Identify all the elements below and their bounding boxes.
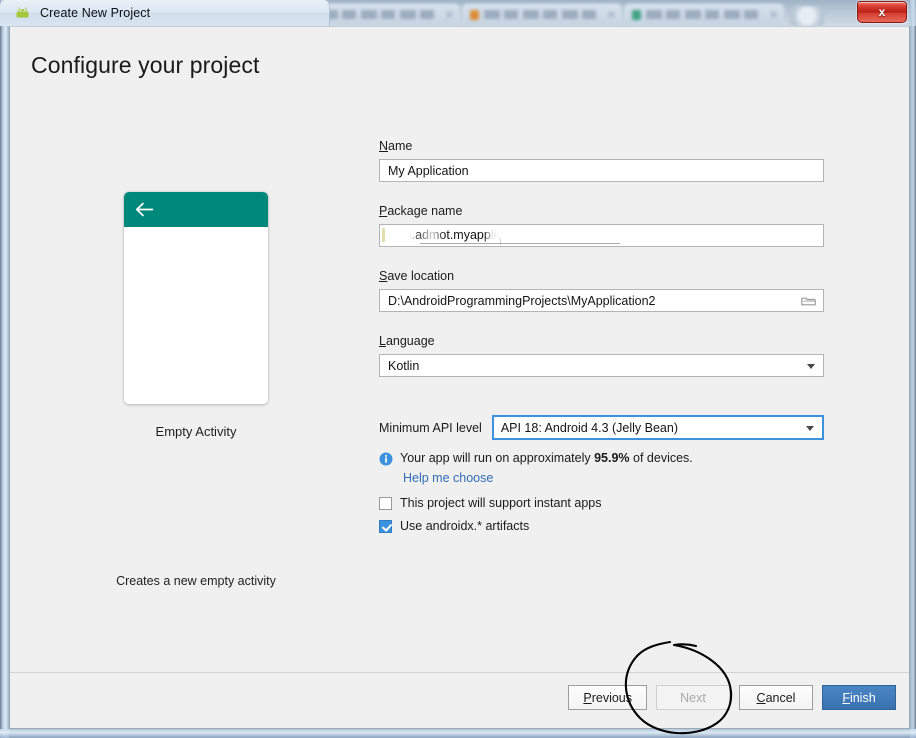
coverage-prefix: Your app will run on approximately: [400, 451, 595, 465]
window-frame-left-edge: [0, 0, 9, 738]
save-location-label-rest: ave location: [387, 269, 455, 283]
chevron-down-icon: [807, 363, 815, 369]
save-location-value: D:\AndroidProgrammingProjects\MyApplicat…: [388, 293, 656, 308]
window-frame-right-edge: [910, 0, 916, 738]
androidx-checkbox[interactable]: [379, 519, 392, 533]
device-coverage-info: Your app will run on approximately 95.9%…: [379, 451, 824, 466]
template-description: Creates a new empty activity: [116, 574, 276, 588]
dialog-footer: Previous Next Cancel Finish: [10, 672, 909, 728]
name-input[interactable]: My Application: [379, 159, 824, 182]
save-location-input[interactable]: D:\AndroidProgrammingProjects\MyApplicat…: [379, 289, 824, 312]
create-new-project-dialog: Configure your project Empty Activity Cr…: [9, 26, 910, 729]
template-preview-panel: Empty Activity Creates a new empty activ…: [31, 192, 361, 588]
save-location-field-label: Save location: [379, 269, 824, 283]
package-field-underline-artifact: [420, 243, 620, 244]
package-name-text-upper: com.admot.myapplication: [388, 228, 530, 242]
instant-apps-checkbox[interactable]: [379, 496, 392, 510]
window-close-button[interactable]: x: [857, 1, 907, 23]
language-value: Kotlin: [388, 358, 420, 373]
cancel-mnemonic: C: [756, 690, 766, 705]
instant-apps-row: This project will support instant apps: [379, 496, 824, 510]
device-coverage-text: Your app will run on approximately 95.9%…: [400, 451, 693, 465]
cancel-button[interactable]: Cancel: [739, 685, 813, 710]
androidx-row: Use androidx.* artifacts: [379, 519, 824, 533]
project-form: Name My Application Package name com.adm…: [379, 139, 824, 533]
window-frame-bottom-edge: [0, 729, 916, 738]
language-field-label: Language: [379, 334, 824, 348]
package-name-input[interactable]: com.admot.myapplication application: [379, 224, 824, 247]
preview-appbar: [124, 192, 268, 227]
next-button[interactable]: Next: [656, 685, 730, 710]
android-robot-icon: [16, 7, 29, 18]
next-label: Next: [680, 690, 706, 705]
finish-mnemonic: F: [842, 690, 850, 705]
min-api-row: Minimum API level API 18: Android 4.3 (J…: [379, 415, 824, 440]
dialog-content: Configure your project Empty Activity Cr…: [10, 27, 909, 673]
coverage-percent: 95.9%: [594, 451, 630, 465]
previous-button[interactable]: Previous: [568, 685, 647, 710]
info-icon: [379, 452, 393, 466]
name-field-label: Name: [379, 139, 824, 153]
preview-body: [124, 227, 268, 404]
language-select[interactable]: Kotlin: [379, 354, 824, 377]
previous-label: revious: [591, 690, 632, 705]
min-api-label: Minimum API level: [379, 420, 482, 435]
dialog-button-bar: Previous Next Cancel Finish: [568, 685, 896, 710]
package-name-field-label: Package name: [379, 204, 824, 218]
cancel-label: ancel: [765, 690, 796, 705]
window-titlebar[interactable]: Create New Project: [0, 0, 330, 26]
activity-preview-card: [124, 192, 268, 404]
package-label-rest: ackage name: [387, 204, 463, 218]
name-label-rest: ame: [388, 139, 413, 153]
finish-button[interactable]: Finish: [822, 685, 896, 710]
help-me-choose-link[interactable]: Help me choose: [403, 471, 493, 485]
androidx-label[interactable]: Use androidx.* artifacts: [400, 519, 529, 533]
chevron-down-icon: [806, 425, 814, 431]
coverage-suffix: of devices.: [629, 451, 693, 465]
previous-mnemonic: P: [583, 690, 592, 705]
folder-icon[interactable]: [801, 295, 816, 307]
min-api-select[interactable]: API 18: Android 4.3 (Jelly Bean): [491, 415, 824, 440]
package-field-artifact: [382, 228, 385, 242]
window-title: Create New Project: [40, 6, 151, 20]
page-title: Configure your project: [31, 52, 260, 78]
language-mnemonic: L: [379, 334, 386, 348]
min-api-value: API 18: Android 4.3 (Jelly Bean): [500, 420, 678, 435]
template-name-label: Empty Activity: [155, 424, 237, 439]
instant-apps-label[interactable]: This project will support instant apps: [400, 496, 601, 510]
name-mnemonic: N: [379, 139, 389, 153]
back-arrow-icon: [135, 202, 154, 217]
finish-label: inish: [849, 690, 876, 705]
language-label-rest: anguage: [385, 334, 435, 348]
package-name-text-lower: application: [442, 234, 502, 246]
